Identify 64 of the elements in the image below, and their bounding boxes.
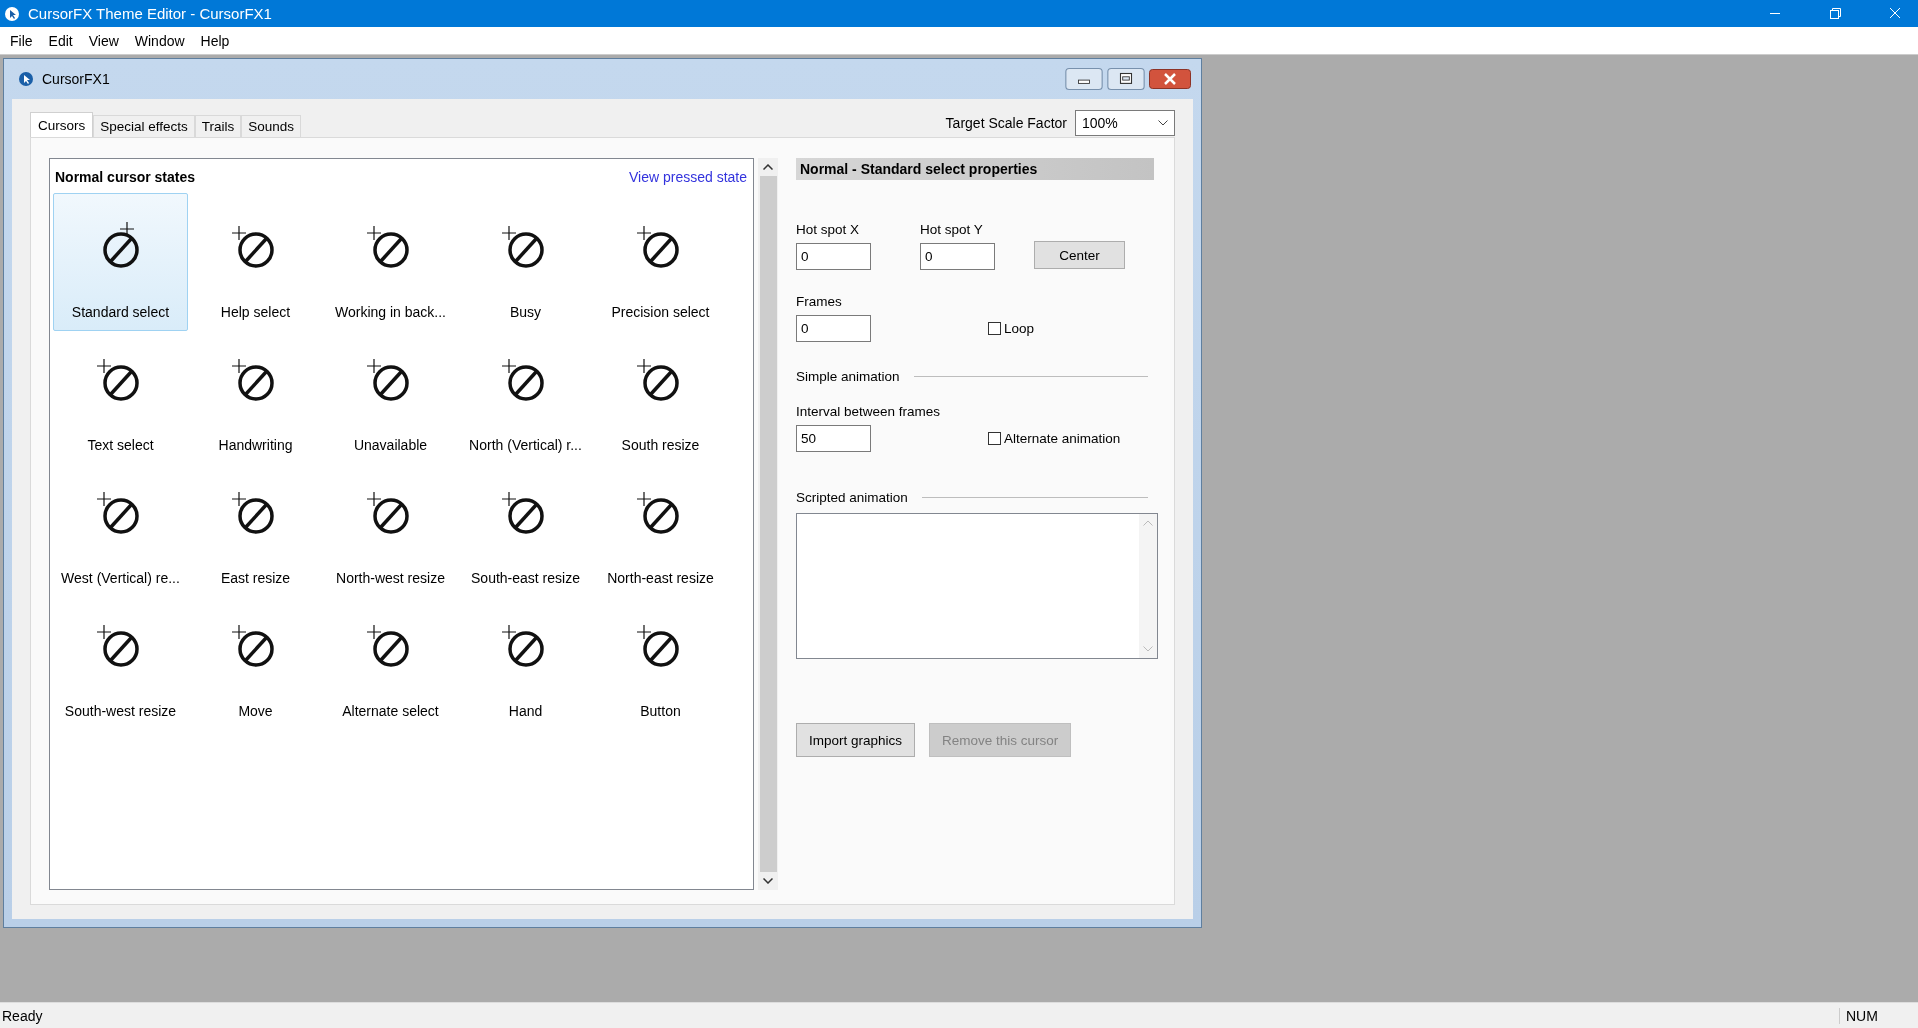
group-label: Scripted animation bbox=[796, 490, 908, 505]
cursor-tile[interactable]: Precision select bbox=[593, 193, 728, 326]
cursor-logo-icon bbox=[18, 71, 34, 87]
chevron-down-icon bbox=[1158, 120, 1168, 126]
cursor-tile[interactable]: South-east resize bbox=[458, 459, 593, 592]
checkbox[interactable] bbox=[988, 322, 1001, 335]
cursor-tile[interactable]: South resize bbox=[593, 326, 728, 459]
center-button[interactable]: Center bbox=[1034, 241, 1125, 269]
cursor-tile[interactable]: Hand bbox=[458, 592, 593, 725]
cursor-tile[interactable]: Move bbox=[188, 592, 323, 725]
cursor-tile[interactable]: Unavailable bbox=[323, 326, 458, 459]
cursor-tile[interactable]: West (Vertical) re... bbox=[53, 459, 188, 592]
minimize-icon[interactable] bbox=[1065, 68, 1103, 90]
checkbox-label: Alternate animation bbox=[1004, 431, 1121, 446]
input-field[interactable]: 50 bbox=[796, 425, 871, 452]
tab[interactable]: Trails bbox=[194, 115, 242, 137]
menu-item[interactable]: Window bbox=[126, 32, 193, 49]
chevron-up-icon bbox=[1143, 520, 1153, 526]
menu-item[interactable]: File bbox=[2, 32, 41, 49]
list-heading: Normal cursor states bbox=[55, 169, 196, 185]
vertical-scrollbar[interactable] bbox=[758, 158, 778, 890]
field-label: Frames bbox=[796, 294, 843, 309]
status-text: Ready bbox=[2, 1007, 43, 1024]
cursor-tile[interactable]: Handwriting bbox=[188, 326, 323, 459]
cursor-tile[interactable]: East resize bbox=[188, 459, 323, 592]
input-field[interactable]: 0 bbox=[796, 315, 871, 342]
cursor-tile[interactable]: North (Vertical) r... bbox=[458, 326, 593, 459]
input-field[interactable]: 0 bbox=[796, 243, 871, 270]
chevron-down-icon bbox=[1143, 646, 1153, 652]
cursor-tile[interactable]: South-west resize bbox=[53, 592, 188, 725]
cursor-tile[interactable]: Alternate select bbox=[323, 592, 458, 725]
checkbox-label: Loop bbox=[1004, 321, 1035, 336]
view-pressed-link[interactable]: View pressed state bbox=[628, 169, 747, 185]
cursor-tile[interactable]: Busy bbox=[458, 193, 593, 326]
properties-heading: Normal - Standard select properties bbox=[796, 158, 1154, 180]
menu-item[interactable]: View bbox=[80, 32, 127, 49]
field-label: Interval between frames bbox=[796, 404, 942, 419]
cursor-tile[interactable]: North-west resize bbox=[323, 459, 458, 592]
scale-factor-dropdown[interactable]: 100% bbox=[1075, 110, 1175, 136]
num-lock-indicator: NUM bbox=[1839, 1007, 1890, 1024]
restore-icon[interactable] bbox=[1107, 68, 1145, 90]
input-field[interactable]: 0 bbox=[920, 243, 995, 270]
group-label: Simple animation bbox=[796, 369, 900, 384]
chevron-up-icon[interactable] bbox=[763, 164, 773, 170]
field-label: Hot spot Y bbox=[920, 222, 984, 237]
cursor-logo-icon bbox=[4, 5, 20, 22]
window-title: CursorFX Theme Editor - CursorFX1 bbox=[28, 5, 272, 22]
cursor-tile[interactable]: Working in back... bbox=[323, 193, 458, 326]
menu-item[interactable]: Help bbox=[192, 32, 238, 49]
cursor-tile[interactable]: Help select bbox=[188, 193, 323, 326]
checkbox[interactable] bbox=[988, 432, 1001, 445]
menu-item[interactable]: Edit bbox=[40, 32, 81, 49]
cursor-tile[interactable]: North-east resize bbox=[593, 459, 728, 592]
tab[interactable]: Cursors bbox=[30, 112, 94, 137]
tab[interactable]: Special effects bbox=[93, 115, 195, 137]
cursor-tile[interactable]: Standard select bbox=[53, 193, 188, 331]
tab[interactable]: Sounds bbox=[241, 115, 302, 137]
chevron-down-icon[interactable] bbox=[763, 878, 773, 884]
action-button[interactable]: Import graphics bbox=[796, 723, 916, 757]
cursor-tile[interactable]: Button bbox=[593, 592, 728, 725]
document-title: CursorFX1 bbox=[42, 71, 110, 87]
scale-factor-label: Target Scale Factor bbox=[945, 115, 1067, 131]
field-label: Hot spot X bbox=[796, 222, 861, 237]
close-icon[interactable] bbox=[1149, 68, 1191, 90]
